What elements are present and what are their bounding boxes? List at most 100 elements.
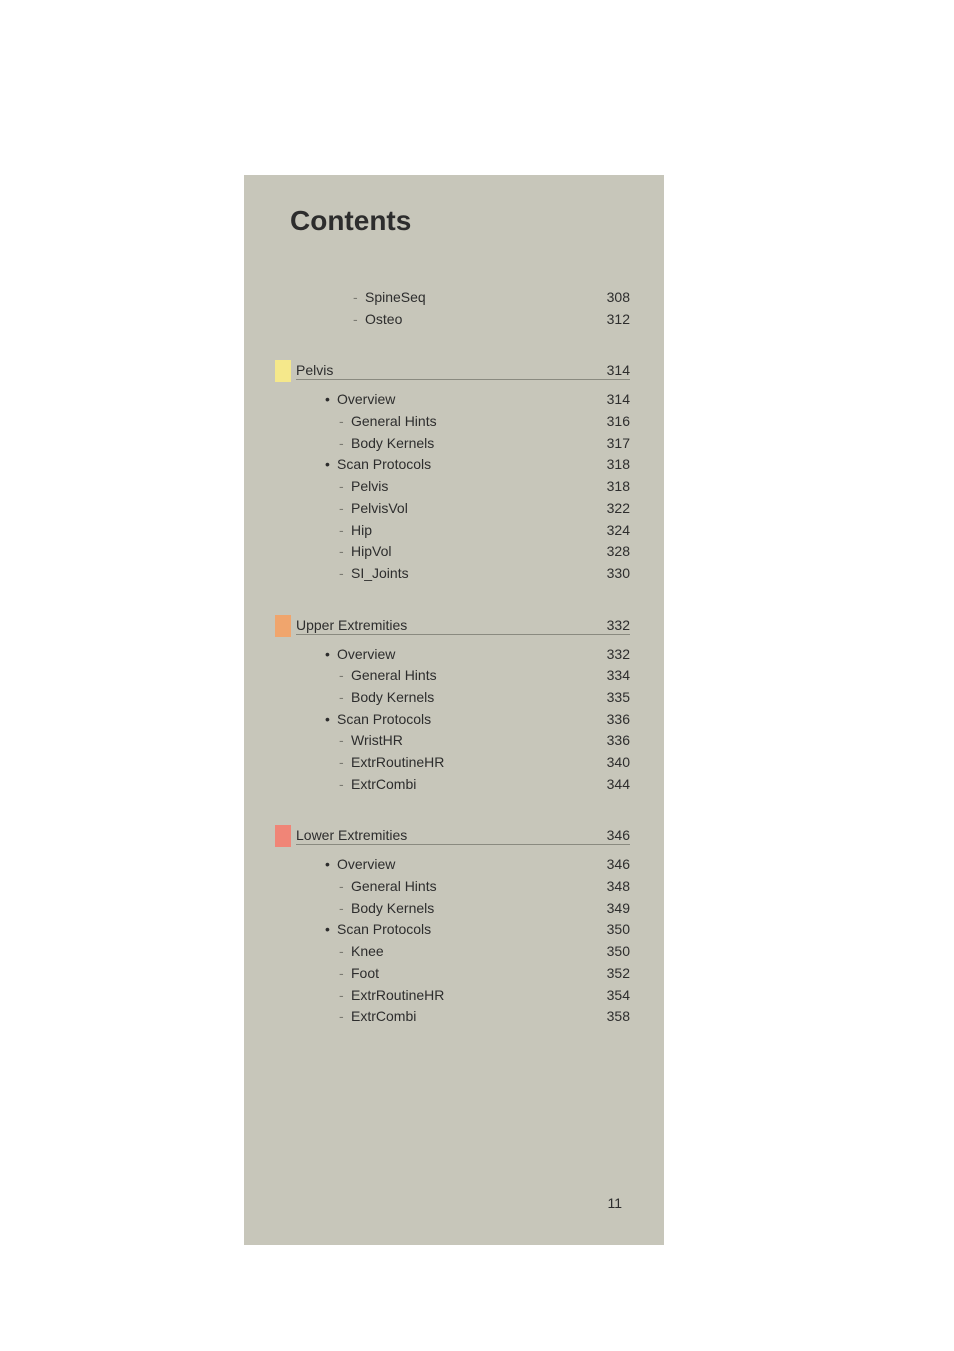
toc-section-header: Lower Extremities 346 [244,827,664,845]
dash-icon: - [339,411,351,433]
toc-entry-page: 335 [590,687,630,709]
toc-section-entries: • Overview346- General Hints348- Body Ke… [244,845,664,1028]
toc-entry-label: ExtrRoutineHR [351,752,590,774]
toc-entry[interactable]: - General Hints334 [325,665,630,687]
toc-entry-page: 354 [590,985,630,1007]
dash-icon: - [339,774,351,796]
toc-section-title-row[interactable]: Upper Extremities332 [296,617,630,635]
dash-icon: - [339,963,351,985]
toc-section-header: Upper Extremities332 [244,617,664,635]
color-tab-icon [275,615,291,637]
toc-entry-label: Osteo [365,309,590,331]
dash-icon: - [339,476,351,498]
bullet-icon: • [325,709,337,731]
toc-entry[interactable]: • Overview332 [325,644,630,666]
toc-section-title: Upper Extremities [296,617,407,633]
toc-entry-label: SI_Joints [351,563,590,585]
content-area: - SpineSeq308- Osteo312 Pelvis314• Overv… [244,237,664,1028]
toc-entry-page: 352 [590,963,630,985]
toc-entry[interactable]: • Overview314 [325,389,630,411]
ungrouped-entries: - SpineSeq308- Osteo312 [244,287,664,330]
toc-entry-page: 316 [590,411,630,433]
toc-entry-label: Scan Protocols [337,709,590,731]
dash-icon: - [339,687,351,709]
toc-entry[interactable]: - Knee350 [325,941,630,963]
toc-entry[interactable]: - Body Kernels349 [325,898,630,920]
toc-entry[interactable]: - Osteo312 [339,309,630,331]
toc-section-title: Pelvis [296,362,333,378]
toc-entry-label: General Hints [351,876,590,898]
toc-entry-label: Pelvis [351,476,590,498]
toc-entry[interactable]: • Scan Protocols318 [325,454,630,476]
toc-entry-page: 324 [590,520,630,542]
bullet-icon: • [325,854,337,876]
toc-section: Lower Extremities346• Overview346- Gener… [244,827,664,1028]
toc-entry[interactable]: - ExtrCombi344 [325,774,630,796]
toc-entry-label: Foot [351,963,590,985]
toc-entry[interactable]: - Body Kernels335 [325,687,630,709]
toc-entry-page: 318 [590,476,630,498]
toc-section: Pelvis314• Overview314- General Hints316… [244,362,664,584]
page-container: Contents - SpineSeq308- Osteo312 Pelvis3… [244,175,664,1245]
toc-entry-label: HipVol [351,541,590,563]
toc-entry[interactable]: - General Hints348 [325,876,630,898]
toc-section: Upper Extremities332• Overview332- Gener… [244,617,664,796]
toc-entry-label: General Hints [351,411,590,433]
dash-icon: - [339,498,351,520]
toc-entry-label: Body Kernels [351,687,590,709]
toc-entry-label: Body Kernels [351,898,590,920]
toc-entry-page: 322 [590,498,630,520]
toc-entry[interactable]: - PelvisVol322 [325,498,630,520]
color-tab-icon [275,360,291,382]
dash-icon: - [339,752,351,774]
toc-section-title-row[interactable]: Lower Extremities 346 [296,827,630,845]
page-number: 11 [607,1195,622,1211]
toc-entry[interactable]: - WristHR336 [325,730,630,752]
dash-icon: - [339,1006,351,1028]
toc-section-entries: • Overview332- General Hints334- Body Ke… [244,635,664,796]
dash-icon: - [339,520,351,542]
toc-entry-label: General Hints [351,665,590,687]
bullet-icon: • [325,644,337,666]
dash-icon: - [339,898,351,920]
toc-section-page: 346 [607,827,630,843]
toc-entry[interactable]: - General Hints316 [325,411,630,433]
toc-entry-label: ExtrCombi [351,1006,590,1028]
toc-section-title-row[interactable]: Pelvis 314 [296,362,630,380]
toc-entry-page: 328 [590,541,630,563]
toc-entry[interactable]: - Foot352 [325,963,630,985]
dash-icon: - [353,309,365,331]
toc-entry[interactable]: - ExtrCombi358 [325,1006,630,1028]
toc-section-header: Pelvis 314 [244,362,664,380]
toc-entry[interactable]: - Pelvis318 [325,476,630,498]
dash-icon: - [339,563,351,585]
toc-entry[interactable]: - ExtrRoutineHR340 [325,752,630,774]
toc-entry[interactable]: - SpineSeq308 [339,287,630,309]
toc-entry[interactable]: • Overview346 [325,854,630,876]
toc-section-title: Lower Extremities [296,827,407,843]
toc-entry-label: WristHR [351,730,590,752]
toc-entry-label: Overview [337,389,590,411]
toc-entry[interactable]: - ExtrRoutineHR354 [325,985,630,1007]
toc-entry[interactable]: - Body Kernels317 [325,433,630,455]
bullet-icon: • [325,454,337,476]
dash-icon: - [339,730,351,752]
toc-entry-page: 318 [590,454,630,476]
toc-entry[interactable]: - Hip324 [325,520,630,542]
toc-entry[interactable]: • Scan Protocols350 [325,919,630,941]
toc-entry-page: 350 [590,919,630,941]
dash-icon: - [339,433,351,455]
toc-entry[interactable]: - HipVol328 [325,541,630,563]
bullet-icon: • [325,919,337,941]
toc-entry-page: 340 [590,752,630,774]
dash-icon: - [339,941,351,963]
toc-entry-page: 312 [590,309,630,331]
dash-icon: - [339,541,351,563]
toc-entry-page: 334 [590,665,630,687]
toc-entry-page: 330 [590,563,630,585]
toc-section-page: 314 [607,362,630,378]
dash-icon: - [339,876,351,898]
toc-entry-page: 336 [590,709,630,731]
toc-entry[interactable]: • Scan Protocols336 [325,709,630,731]
toc-entry[interactable]: - SI_Joints330 [325,563,630,585]
